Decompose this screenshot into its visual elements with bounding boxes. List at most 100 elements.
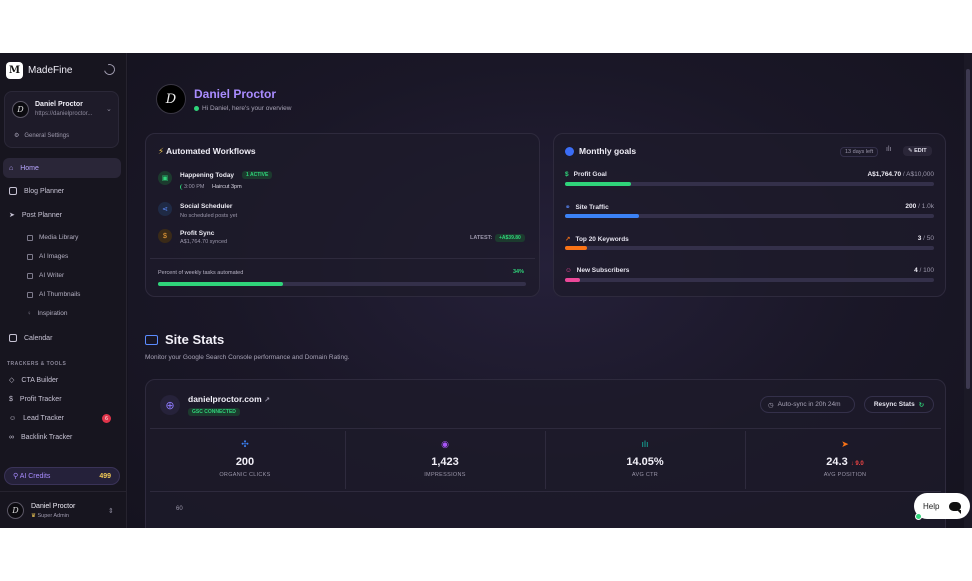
dollar-icon: $ [9,395,13,403]
gear-icon: ⚙ [14,133,20,139]
goal-label: $ Profit Goal [565,171,607,178]
edit-goals-button[interactable]: ✎ EDIT [903,146,932,156]
clock-icon: ◷ [768,401,774,409]
bar-chart-icon: ılı [641,439,649,449]
profile-switcher[interactable]: D Daniel Proctor https://danielproctor..… [4,91,119,148]
chevron-down-icon: ⌄ [106,106,112,113]
folder-icon [27,234,33,241]
send-icon: ➤ [9,212,15,219]
metric-label: ORGANIC CLICKS [219,472,271,478]
logo[interactable]: M MadeFine [6,62,72,79]
nav-ai-writer-label: AI Writer [39,272,65,279]
nav-calendar-label: Calendar [24,334,53,342]
theme-toggle-icon[interactable] [101,61,118,78]
calendar-icon [9,334,17,342]
profile-name: Daniel Proctor [35,101,83,108]
general-settings-link[interactable]: ⚙ General Settings [14,132,70,140]
nav-inspiration[interactable]: ♀ Inspiration [27,310,68,317]
divider [150,491,941,492]
goal-label: ↗ Top 20 Keywords [565,235,629,244]
metric-delta: ↓ 9.0 [850,461,864,467]
goal-label: ☺ New Subscribers [565,267,630,274]
divider [150,428,941,429]
wf-social-sub: No scheduled posts yet [180,213,238,219]
nav-blog-planner[interactable]: Blog Planner [3,181,121,201]
lead-count-badge: 6 [102,414,111,423]
autosync-status: ◷ Auto-sync in 20h 24m [760,396,855,413]
wf-event-time: 3:00 PM [180,184,207,190]
nav-blog-planner-label: Blog Planner [24,187,65,195]
thumbnail-icon [27,291,33,298]
goal-progress [565,214,934,218]
target-icon [565,146,574,156]
user-name: Daniel Proctor [31,503,76,510]
goal-value: 4 / 100 [914,267,934,274]
link-icon: ⚭ [565,204,571,211]
coin-icon: $ [158,229,172,243]
goal-progress-fill [565,246,588,250]
sidebar: M MadeFine D Daniel Proctor https://dani… [0,53,127,528]
header-name: Daniel Proctor [194,87,277,101]
weekly-progress [158,282,526,286]
nav-media-library[interactable]: Media Library [27,234,78,241]
metric-divider [345,431,346,489]
wf-social-title: Social Scheduler [180,203,233,210]
metric-value: 14.05% [626,456,664,468]
wf-happening-title: Happening Today [180,172,235,179]
ai-credits-count: 499 [99,472,111,480]
scrollbar-thumb[interactable] [966,69,970,389]
weekly-pct: 34% [513,269,525,275]
help-button[interactable]: Help [914,493,970,519]
users-icon: ☺ [565,267,572,274]
nav-backlink-tracker[interactable]: ∞ Backlink Tracker [3,427,121,447]
goal-value: A$1,764.70 / A$10,000 [867,171,934,178]
workflows-title: ⚡ Automated Workflows [158,146,256,156]
metric-label: AVG CTR [631,472,659,478]
nav-ai-writer[interactable]: AI Writer [27,272,64,279]
external-link-icon: ↗ [264,397,270,404]
user-footer[interactable]: D Daniel Proctor ♛ Super Admin ⇕ [0,491,127,528]
nav-ai-images[interactable]: AI Images [27,253,68,260]
share-icon: ⋖ [158,202,172,216]
weekly-label: Percent of weekly tasks automated [158,270,244,276]
nav-calendar[interactable]: Calendar [3,328,121,348]
wf-latest-label: LATEST: [470,235,493,241]
metric-value: 24.3 ↓ 9.0 [826,456,864,468]
nav-lead-tracker-label: Lead Tracker [23,414,65,422]
nav-post-planner-label: Post Planner [21,211,62,219]
home-icon: ⌂ [9,164,14,172]
nav-cta-builder[interactable]: ◇ CTA Builder [3,370,121,390]
globe-icon: ⊕ [160,395,180,415]
wf-latest-value: +A$39.80 [495,234,525,242]
metric-value: 1,423 [431,456,459,468]
chart-icon[interactable]: ılı [886,146,891,153]
eye-icon: ◉ [441,439,449,449]
nav-ai-thumbnails[interactable]: AI Thumbnails [27,291,80,298]
nav-profit-tracker[interactable]: $ Profit Tracker [3,389,121,409]
nav-post-planner[interactable]: ➤ Post Planner [3,205,121,225]
goal-label: ⚭ Site Traffic [565,203,609,212]
general-settings-label: General Settings [24,132,70,139]
goal-value: 200 / 1.0k [905,203,934,210]
ai-credits[interactable]: ⚲ AI Credits 499 [4,467,120,485]
goal-progress-fill [565,182,632,186]
ai-credits-label: ⚲ AI Credits [13,473,51,480]
chat-bubble-icon [949,501,962,514]
goal-progress [565,246,934,250]
divider [150,258,535,259]
users-icon: ☺ [9,414,17,422]
calendar-check-icon: ▣ [158,171,172,185]
resync-button[interactable]: Resync Stats ↻ [864,396,934,413]
metric-value: 200 [235,456,255,468]
avatar: D [12,101,29,118]
tag-icon: ◇ [9,377,15,384]
site-stats-title: Site Stats [165,332,225,347]
site-domain[interactable]: danielproctor.com ↗ [188,394,270,404]
goal-progress [565,182,934,186]
nav-home[interactable]: ⌂ Home [3,158,121,178]
app-name: MadeFine [28,65,73,76]
link-icon: ∞ [9,433,14,441]
online-dot [194,106,199,111]
navigation-icon: ➤ [841,439,849,449]
metric-divider [745,431,746,489]
